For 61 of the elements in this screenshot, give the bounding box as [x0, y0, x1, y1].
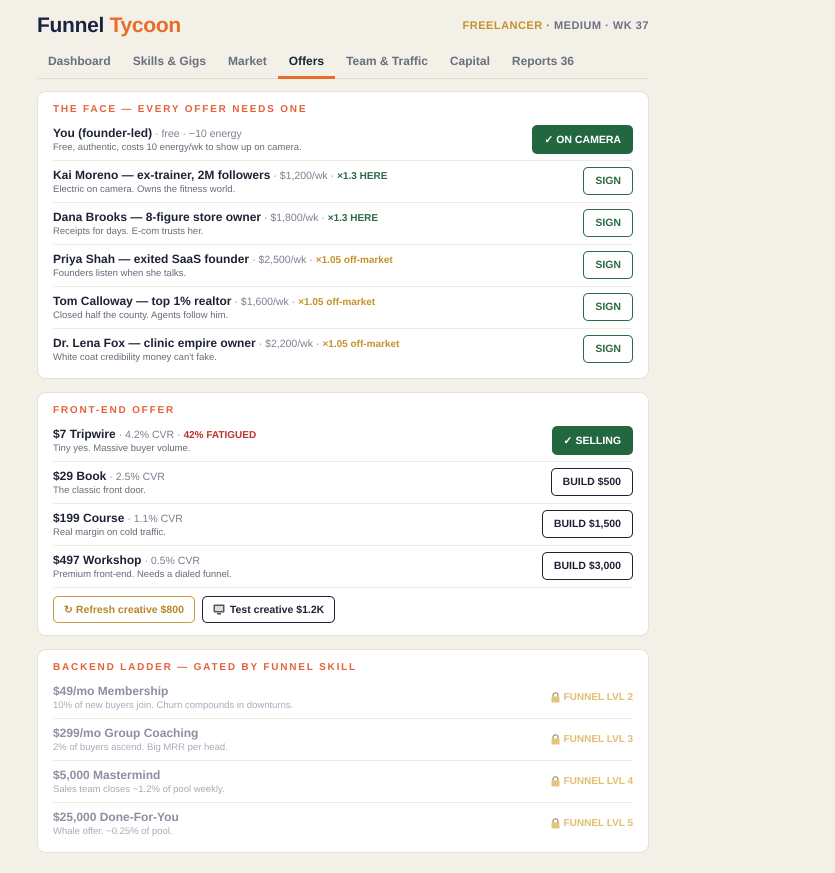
offer-title: $29 Book · 2.5% CVR: [53, 468, 165, 482]
sign-button[interactable]: SIGN: [583, 209, 633, 237]
offer-description: Free, authentic, costs 10 energy/wk to show up on camera.: [53, 142, 302, 152]
refresh-creative-button[interactable]: ↻ Refresh creative $800: [53, 596, 195, 623]
nav-tab[interactable]: Capital: [438, 44, 501, 79]
section-title: FRONT-END OFFER: [53, 405, 176, 416]
lock-requirement: FUNNEL LVL 5: [564, 818, 633, 828]
offer-description: Sales team closes ~1.2% of pool weekly.: [53, 784, 225, 794]
offer-description: 2% of buyers ascend. Big MRR per head.: [53, 742, 228, 752]
offer-title: $7 Tripwire · 4.2% CVR · 42% FATIGUED: [53, 426, 256, 440]
test-creative-button[interactable]: Test creative $1.2K: [202, 596, 336, 623]
offer-title: Priya Shah — exited SaaS founder · $2,500/wk · ×1.05 off-market: [53, 252, 393, 266]
lock-requirement: FUNNEL LVL 4: [564, 776, 633, 786]
build-button[interactable]: BUILD $3,000: [542, 552, 633, 580]
sign-button[interactable]: SIGN: [583, 167, 633, 195]
nav-tab[interactable]: Dashboard: [37, 44, 122, 79]
sign-button[interactable]: SIGN: [583, 335, 633, 363]
offer-title: $299/mo Group Coaching: [53, 726, 200, 740]
offer-title: Kai Moreno — ex-trainer, 2M followers · $1,200/wk · ×1.3 HERE: [53, 168, 388, 182]
sign-button[interactable]: SIGN: [583, 251, 633, 279]
offer-title: $5,000 Mastermind: [53, 768, 162, 782]
offer-title: $49/mo Membership: [53, 684, 170, 698]
offer-description: Receipts for days. E-com trusts her.: [53, 226, 204, 236]
lock-requirement: FUNNEL LVL 2: [564, 692, 633, 702]
selling-button[interactable]: ✓ SELLING: [552, 426, 633, 454]
offer-description: Tiny yes. Massive buyer volume.: [53, 442, 192, 454]
offer-description: Whale offer. ~0.25% of pool.: [53, 826, 174, 836]
offer-description: The classic front door.: [53, 484, 147, 496]
offer-description: 10% of new buyers join. Churn compounds in downturns.: [53, 700, 294, 710]
nav-tab[interactable]: Offers: [278, 44, 336, 79]
lock-icon: [550, 692, 560, 702]
offer-title: Dana Brooks — 8-figure store owner · $1,800/wk · ×1.3 HERE: [53, 210, 378, 224]
offer-description: Premium front-end. Needs a dialed funnel.: [53, 568, 232, 580]
game-status: FREELANCER · MEDIUM · WK 37: [462, 20, 649, 32]
offer-description: Electric on camera. Owns the fitness world.: [53, 184, 236, 194]
nav-tab[interactable]: Skills & Gigs: [122, 44, 218, 79]
lock-icon: [550, 734, 560, 744]
sign-button[interactable]: SIGN: [583, 293, 633, 321]
on-camera-button[interactable]: ✓ ON CAMERA: [532, 124, 633, 154]
app-logo: Funnel Tycoon: [37, 14, 181, 38]
nav-tab[interactable]: Reports 36: [500, 44, 585, 79]
offer-title: You (founder-led) · free · −10 energy: [53, 126, 243, 140]
offer-title: Dr. Lena Fox — clinic empire owner · $2,200/wk · ×1.05 off-market: [53, 336, 400, 350]
section-title: BACKEND LADDER — GATED BY FUNNEL SKILL: [53, 662, 358, 673]
offer-title: $25,000 Done-For-You: [53, 810, 179, 824]
lock-requirement: FUNNEL LVL 3: [564, 734, 633, 744]
offer-title: Tom Calloway — top 1% realtor · $1,600/wk · ×1.05 off-market: [53, 294, 376, 308]
offer-description: Closed half the county. Agents follow him.: [53, 310, 230, 320]
monitor-icon: [212, 604, 225, 615]
section-title: THE FACE — EVERY OFFER NEEDS ONE: [53, 104, 308, 115]
offer-description: Founders listen when she talks.: [53, 268, 188, 278]
offer-title: $497 Workshop · 0.5% CVR: [53, 552, 201, 566]
offer-description: White coat credibility money can't fake.: [53, 352, 218, 362]
build-button[interactable]: BUILD $500: [550, 468, 633, 496]
nav-tab[interactable]: Team & Traffic: [335, 44, 439, 79]
offer-description: Real margin on cold traffic.: [53, 526, 167, 538]
build-button[interactable]: BUILD $1,500: [542, 510, 633, 538]
lock-icon: [550, 776, 560, 786]
lock-icon: [550, 818, 560, 828]
offer-title: $199 Course · 1.1% CVR: [53, 510, 183, 524]
nav-tab[interactable]: Market: [217, 44, 278, 79]
